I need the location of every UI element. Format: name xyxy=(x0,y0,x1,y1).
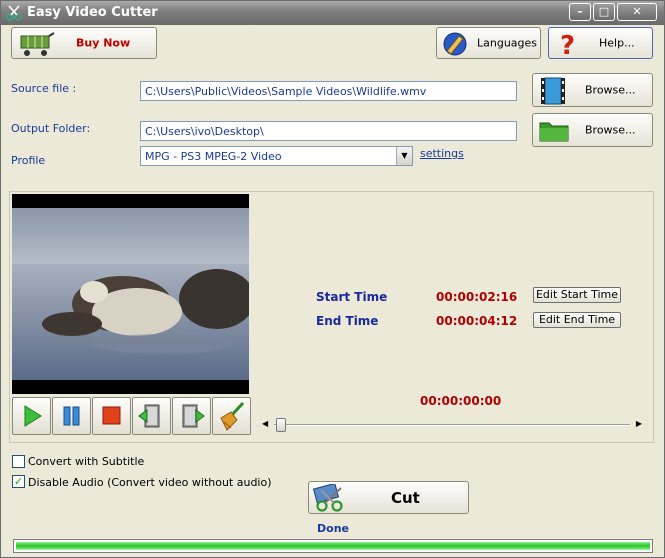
end-time-value: 00:00:04:12 xyxy=(436,314,518,328)
buy-now-label: Buy Now xyxy=(76,36,131,50)
output-browse-button[interactable]: Browse... xyxy=(532,113,653,147)
mark-start-icon xyxy=(138,404,160,428)
slider-track[interactable] xyxy=(274,424,630,426)
folder-icon xyxy=(539,122,569,142)
chevron-down-icon[interactable]: ▼ xyxy=(396,147,412,165)
help-label: Help... xyxy=(599,36,635,50)
pen-globe-icon xyxy=(443,32,467,56)
video-preview xyxy=(12,194,249,394)
cut-label: Cut xyxy=(391,488,420,507)
scissors-film-icon xyxy=(313,484,343,512)
disable-audio-label: Disable Audio (Convert video without aud… xyxy=(28,476,272,489)
mark-end-icon xyxy=(182,404,205,428)
pause-icon xyxy=(63,406,80,426)
window-title: Easy Video Cutter xyxy=(27,5,158,20)
source-file-label: Source file : xyxy=(11,82,77,95)
edit-start-time-button[interactable]: Edit Start Time xyxy=(533,287,621,303)
close-button[interactable]: ✕ xyxy=(617,3,657,21)
slider-thumb[interactable] xyxy=(276,418,286,432)
play-icon xyxy=(24,405,42,427)
play-button[interactable] xyxy=(12,397,51,435)
output-folder-input[interactable]: C:\Users\ivo\Desktop\ xyxy=(140,121,517,141)
maximize-icon: □ xyxy=(598,5,610,18)
languages-button[interactable]: Languages xyxy=(436,27,541,59)
end-time-label: End Time xyxy=(316,314,379,328)
languages-label: Languages xyxy=(477,36,538,50)
slider-left-arrow-icon[interactable]: ◀ xyxy=(262,419,268,428)
buy-now-button[interactable]: Buy Now xyxy=(11,27,157,59)
set-start-button[interactable] xyxy=(132,397,171,435)
svg-text:?: ? xyxy=(560,31,575,58)
minimize-button[interactable]: – xyxy=(569,3,591,21)
profile-label: Profile xyxy=(11,154,46,167)
disable-audio-checkbox[interactable]: ✓ xyxy=(12,475,25,488)
settings-link[interactable]: settings xyxy=(420,147,464,160)
subtitle-checkbox[interactable] xyxy=(12,455,25,468)
edit-end-time-button[interactable]: Edit End Time xyxy=(533,312,621,328)
minimize-icon: – xyxy=(577,5,583,18)
close-icon: ✕ xyxy=(632,5,642,18)
question-mark-icon: ? xyxy=(560,31,575,58)
current-time-value: 00:00:00:00 xyxy=(420,394,502,408)
checkmark-icon: ✓ xyxy=(13,475,24,488)
output-browse-label: Browse... xyxy=(585,123,636,137)
subtitle-label: Convert with Subtitle xyxy=(28,455,145,468)
clear-button[interactable] xyxy=(212,397,251,435)
maximize-button[interactable]: □ xyxy=(593,3,615,21)
stop-icon xyxy=(102,406,121,425)
slider-right-arrow-icon[interactable]: ▶ xyxy=(636,419,642,428)
pause-button[interactable] xyxy=(52,397,91,435)
stop-button[interactable] xyxy=(92,397,131,435)
progress-fill xyxy=(16,542,650,550)
film-strip-icon xyxy=(541,77,565,105)
seek-slider[interactable]: ◀ ▶ xyxy=(262,416,642,434)
output-folder-label: Output Folder: xyxy=(11,122,91,135)
start-time-value: 00:00:02:16 xyxy=(436,290,518,304)
profile-selected-value: MPG - PS3 MPEG-2 Video xyxy=(145,150,282,163)
broom-icon xyxy=(220,401,245,431)
scissors-app-icon xyxy=(6,5,22,21)
source-browse-label: Browse... xyxy=(585,83,636,97)
start-time-label: Start Time xyxy=(316,290,388,304)
cut-button[interactable]: Cut xyxy=(308,481,469,514)
status-text: Done xyxy=(317,522,349,535)
shopping-cart-icon xyxy=(20,32,55,56)
source-file-input[interactable]: C:\Users\Public\Videos\Sample Videos\Wil… xyxy=(140,81,517,101)
progress-bar xyxy=(13,539,653,553)
help-button[interactable]: ? Help... xyxy=(548,27,653,59)
app-window: Easy Video Cutter – □ ✕ Buy Now Language… xyxy=(0,0,665,558)
set-end-button[interactable] xyxy=(172,397,211,435)
source-browse-button[interactable]: Browse... xyxy=(532,73,653,107)
video-frame-image xyxy=(12,194,249,394)
profile-select[interactable]: MPG - PS3 MPEG-2 Video ▼ xyxy=(140,146,413,166)
title-bar[interactable]: Easy Video Cutter – □ ✕ xyxy=(1,1,664,25)
